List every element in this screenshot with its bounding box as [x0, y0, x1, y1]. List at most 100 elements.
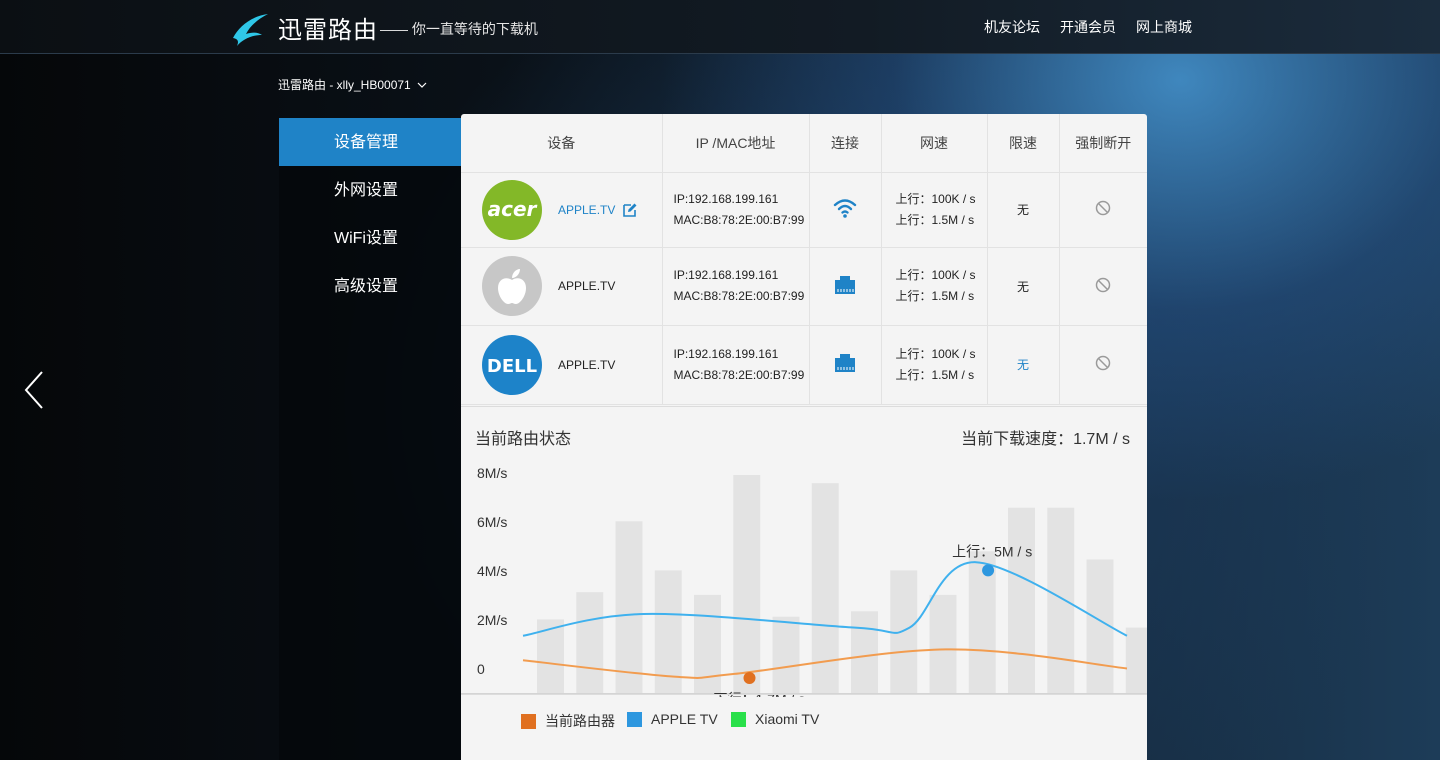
- ethernet-icon: [835, 275, 855, 294]
- chart-bar: [1125, 627, 1147, 693]
- nav-vip-link[interactable]: 开通会员: [1060, 17, 1116, 37]
- legend-item: APPLE TV: [627, 711, 718, 727]
- chart-marker: [743, 672, 756, 685]
- disconnect-cell: [1059, 325, 1147, 405]
- header-connection: 连接: [809, 114, 882, 173]
- chart-bar: [772, 616, 800, 693]
- device-name[interactable]: APPLE.TV: [558, 358, 615, 372]
- ban-icon[interactable]: [1095, 355, 1111, 371]
- apple-logo-icon: [498, 269, 526, 304]
- header-disconnect: 强制断开: [1059, 114, 1147, 173]
- router-selector-label: 迅雷路由 - xlly_HB00071: [278, 78, 411, 92]
- device-name[interactable]: APPLE.TV: [558, 279, 615, 293]
- table-row: DELL APPLE.TV IP:192.168.199.161 MAC:B8:…: [461, 325, 1147, 405]
- header-ip-mac: IP /MAC地址: [662, 114, 810, 173]
- nav-shop-link[interactable]: 网上商城: [1136, 17, 1192, 37]
- sidebar: 设备管理 外网设置 WiFi设置 高级设置: [279, 118, 461, 760]
- ethernet-icon: [835, 354, 855, 372]
- device-name[interactable]: APPLE.TV: [558, 203, 615, 217]
- mac-address: MAC:B8:78:2E:00:B7:99: [673, 367, 805, 382]
- brand-slogan: —— 你一直等待的下载机: [380, 21, 538, 37]
- table-header-row: 设备 IP /MAC地址 连接 网速 限速 强制断开: [461, 114, 1147, 173]
- ban-icon[interactable]: [1095, 277, 1111, 293]
- device-cell: DELL APPLE.TV: [461, 325, 663, 405]
- edit-icon[interactable]: [622, 202, 638, 218]
- sidebar-item-wan-settings[interactable]: 外网设置: [279, 166, 461, 214]
- disconnect-cell: [1059, 247, 1147, 326]
- limit-cell[interactable]: 无: [987, 247, 1060, 326]
- download-speed: 上行：1.5M / s: [895, 289, 975, 303]
- chart-marker: [982, 564, 995, 577]
- chart-bar: [615, 521, 643, 693]
- chart-annotation: 上行：5M / s: [952, 543, 1032, 559]
- speed-cell: 上行：100K / s 上行：1.5M / s: [881, 325, 988, 405]
- main-panel: 设备 IP /MAC地址 连接 网速 限速 强制断开 acer APPLE.TV…: [461, 114, 1147, 760]
- download-speed: 上行：1.5M / s: [895, 212, 975, 227]
- ip-address: IP:192.168.199.161: [673, 191, 779, 206]
- upload-speed: 上行：100K / s: [895, 191, 976, 206]
- header-device: 设备: [461, 114, 663, 173]
- header-speed: 网速: [881, 114, 988, 173]
- dell-logo: DELL: [482, 334, 542, 395]
- svg-text:acer: acer: [488, 197, 538, 221]
- speed-cell: 上行：100K / s 上行：1.5M / s: [881, 247, 988, 326]
- top-bar: 迅雷路由 —— 你一直等待的下载机 机友论坛 开通会员 网上商城: [0, 0, 1440, 54]
- ip-mac-cell: IP:192.168.199.161 MAC:B8:78:2E:00:B7:99: [662, 325, 810, 405]
- ip-address: IP:192.168.199.161: [673, 346, 779, 361]
- speed-chart: 上行：5M / s下行：1.7M / s: [461, 475, 1147, 697]
- limit-cell[interactable]: 无: [987, 325, 1060, 405]
- router-status-section: 当前路由状态 当前下载速度：1.7M / s 8M/s 6M/s 4M/s 2M…: [461, 406, 1147, 697]
- disconnect-cell: [1059, 172, 1147, 248]
- acer-logo: acer: [482, 179, 542, 240]
- legend-item: Xiaomi TV: [731, 711, 819, 727]
- sidebar-item-advanced-settings[interactable]: 高级设置: [279, 262, 461, 310]
- chart-bar: [929, 594, 957, 693]
- chart-bar: [1008, 507, 1035, 693]
- acer-logo-icon: acer: [488, 197, 538, 221]
- device-cell: acer APPLE.TV: [461, 172, 663, 248]
- ip-mac-cell: IP:192.168.199.161 MAC:B8:78:2E:00:B7:99: [662, 247, 810, 326]
- chevron-down-icon: [417, 82, 427, 88]
- legend-label: 当前路由器: [545, 713, 615, 729]
- mac-address: MAC:B8:78:2E:00:B7:99: [673, 212, 805, 227]
- legend-swatch: [521, 713, 536, 729]
- svg-text:DELL: DELL: [487, 356, 537, 377]
- router-selector[interactable]: 迅雷路由 - xlly_HB00071: [278, 76, 427, 93]
- chart-bar: [890, 570, 918, 693]
- table-row: acer APPLE.TV IP:192.168.199.161 MAC:B8:…: [461, 172, 1147, 248]
- upload-speed: 上行：100K / s: [895, 268, 976, 282]
- nav-forum-link[interactable]: 机友论坛: [984, 17, 1040, 37]
- device-cell: APPLE.TV: [461, 247, 663, 326]
- sidebar-item-wifi-settings[interactable]: WiFi设置: [279, 214, 461, 262]
- chart-legend: 当前路由器 APPLE TV Xiaomi TV: [461, 694, 1147, 760]
- chart-bar: [733, 475, 761, 693]
- brand-name: 迅雷路由: [278, 17, 378, 44]
- top-nav: 机友论坛 开通会员 网上商城: [984, 17, 1192, 37]
- sidebar-item-device-management[interactable]: 设备管理: [279, 118, 461, 166]
- header-limit: 限速: [987, 114, 1060, 173]
- device-table: 设备 IP /MAC地址 连接 网速 限速 强制断开 acer APPLE.TV…: [461, 114, 1147, 405]
- legend-label: APPLE TV: [651, 711, 718, 727]
- ip-mac-cell: IP:192.168.199.161 MAC:B8:78:2E:00:B7:99: [662, 172, 810, 248]
- limit-cell[interactable]: 无: [987, 172, 1060, 248]
- chart-bar: [1047, 507, 1075, 693]
- legend-label: Xiaomi TV: [755, 711, 820, 727]
- connection-cell: [809, 325, 882, 405]
- ban-icon[interactable]: [1095, 200, 1111, 216]
- legend-item: 当前路由器: [521, 711, 615, 731]
- connection-cell: [809, 172, 882, 248]
- upload-speed: 上行：100K / s: [895, 346, 976, 361]
- wifi-icon: [833, 199, 857, 218]
- table-row: APPLE.TV IP:192.168.199.161 MAC:B8:78:2E…: [461, 247, 1147, 326]
- mac-address: MAC:B8:78:2E:00:B7:99: [673, 289, 805, 303]
- download-speed: 上行：1.5M / s: [895, 367, 975, 382]
- connection-cell: [809, 247, 882, 326]
- thunder-logo-icon[interactable]: [230, 8, 270, 48]
- ip-address: IP:192.168.199.161: [673, 268, 779, 282]
- speed-cell: 上行：100K / s 上行：1.5M / s: [881, 172, 988, 248]
- dell-logo-icon: DELL: [487, 356, 537, 377]
- chevron-left-icon[interactable]: [22, 370, 46, 410]
- legend-swatch: [731, 711, 746, 727]
- legend-swatch: [627, 711, 642, 727]
- chart-bar: [851, 611, 878, 693]
